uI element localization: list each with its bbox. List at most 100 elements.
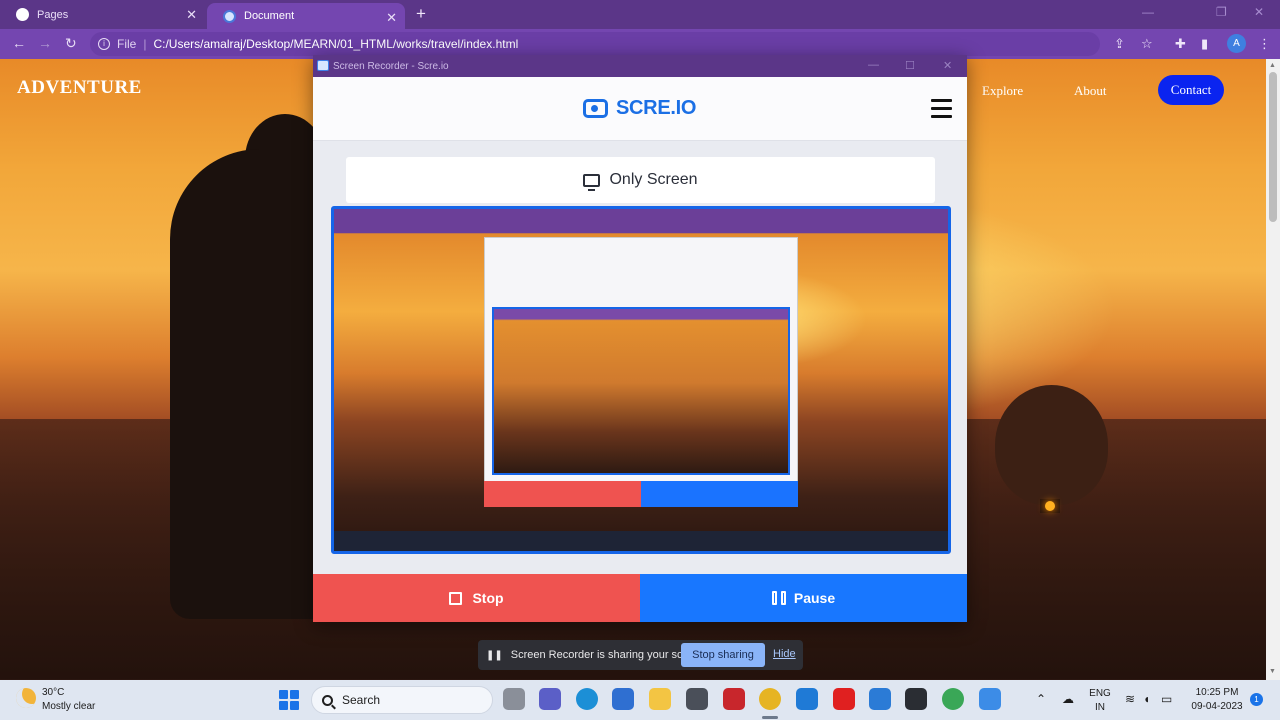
sharing-message: Screen Recorder is sharing your screen.	[510, 649, 708, 661]
preview-stop-bar	[484, 481, 641, 507]
info-icon[interactable]: i	[98, 38, 110, 50]
scroll-down-icon[interactable]: ▼	[1269, 668, 1276, 675]
scroll-up-icon[interactable]: ▲	[1269, 62, 1276, 69]
battery-icon[interactable]: ▭	[1161, 692, 1172, 706]
language-indicator[interactable]: ENG	[1088, 688, 1112, 699]
windows-taskbar: 30°C Mostly clear Search ⌃ ☁ ENG IN ≋ ◖ …	[0, 680, 1280, 720]
close-tab-icon[interactable]: ✕	[386, 10, 397, 26]
search-label: Search	[342, 693, 381, 707]
preview-nested-capture	[492, 307, 790, 475]
notification-badge[interactable]: 1	[1250, 693, 1263, 706]
minimize-window-icon[interactable]: —	[1142, 5, 1154, 19]
recorder-header: SCRE.IO	[313, 77, 967, 141]
tab-document[interactable]: Document ✕	[207, 3, 405, 29]
stop-label: Stop	[472, 590, 504, 606]
preview-pause-bar	[641, 481, 798, 507]
active-app-indicator	[762, 716, 778, 719]
start-windows-icon[interactable]	[279, 690, 299, 710]
scheme-label: File	[117, 37, 137, 51]
language-region[interactable]: IN	[1088, 702, 1112, 713]
contact-button[interactable]: Contact	[1158, 75, 1224, 105]
search-icon	[322, 694, 333, 706]
stop-sharing-button[interactable]: Stop sharing	[681, 643, 765, 667]
scrollbar-thumb[interactable]	[1269, 72, 1277, 222]
onedrive-cloud-icon[interactable]: ☁	[1062, 692, 1074, 706]
vscode-icon[interactable]	[796, 688, 818, 710]
browser-tab-strip: Pages ✕ Document ✕ + — ❐ ✕	[0, 0, 1280, 29]
bookmark-star-icon[interactable]: ☆	[1141, 36, 1153, 52]
page-scrollbar[interactable]: ▲ ▼	[1266, 59, 1280, 680]
profile-avatar[interactable]: A	[1227, 34, 1246, 53]
pause-label: Pause	[793, 590, 836, 606]
stop-button[interactable]: Stop	[313, 574, 640, 622]
hide-link[interactable]: Hide	[773, 648, 796, 660]
side-panel-icon[interactable]: ▮	[1201, 36, 1208, 52]
tab-label: Pages	[37, 8, 69, 21]
wifi-icon[interactable]: ≋	[1125, 692, 1135, 706]
edge-browser-icon[interactable]	[576, 688, 598, 710]
recorder-window-title: Screen Recorder - Scre.io	[333, 60, 449, 72]
microsoft-store-icon[interactable]	[612, 688, 634, 710]
clock-time[interactable]: 10:25 PM	[1188, 687, 1246, 698]
show-hidden-icons-chevron-up-icon[interactable]: ⌃	[1036, 692, 1046, 706]
reload-icon[interactable]: ↻	[65, 35, 77, 52]
new-tab-button[interactable]: +	[416, 4, 426, 24]
weather-temp[interactable]: 30°C	[42, 687, 64, 698]
maximize-window-icon[interactable]: ☐	[905, 59, 915, 72]
url-text[interactable]: C:/Users/amalraj/Desktop/MEARN/01_HTML/w…	[153, 37, 518, 51]
recorder-title-bar: Screen Recorder - Scre.io — ☐ ✕	[313, 55, 967, 77]
tab-pages[interactable]: Pages ✕	[0, 0, 205, 29]
minimize-window-icon[interactable]: —	[868, 59, 879, 71]
clock-date[interactable]: 09-04-2023	[1188, 701, 1246, 712]
share-icon[interactable]: ⇪	[1114, 36, 1125, 52]
volume-icon[interactable]: ◖	[1143, 692, 1150, 706]
task-view-icon[interactable]	[503, 688, 525, 710]
logo-text: SCRE.IO	[616, 97, 697, 119]
screen-sharing-bar: ❚❚ Screen Recorder is sharing your scree…	[478, 640, 803, 670]
stop-square-icon	[449, 591, 463, 605]
address-separator: |	[143, 37, 147, 51]
monitor-icon	[583, 173, 601, 191]
sharing-pause-icon: ❚❚	[486, 649, 503, 661]
app-icon[interactable]	[686, 688, 708, 710]
recorder-icon	[223, 9, 236, 23]
more-menu-icon[interactable]: ⋮	[1258, 36, 1271, 52]
weather-desc[interactable]: Mostly clear	[42, 701, 95, 712]
recorder-app-icon	[317, 60, 329, 71]
close-window-icon[interactable]: ✕	[943, 59, 952, 72]
screen-recorder-app-icon[interactable]	[979, 688, 1001, 710]
record-camera-icon	[583, 99, 608, 118]
notepad-icon[interactable]	[869, 688, 891, 710]
screen-preview	[331, 206, 951, 554]
hamburger-menu-icon[interactable]	[931, 99, 952, 119]
back-arrow-icon[interactable]: ←	[12, 35, 26, 51]
recorder-logo: SCRE.IO	[583, 97, 696, 120]
weather-moon-icon[interactable]	[16, 688, 36, 708]
balloon-flame	[1045, 501, 1055, 511]
chrome-icon[interactable]	[759, 688, 781, 710]
capture-mode-selector[interactable]: Only Screen	[346, 157, 935, 203]
terminal-icon[interactable]	[905, 688, 927, 710]
teams-chat-icon[interactable]	[539, 688, 561, 710]
hot-air-balloon-icon	[995, 385, 1108, 505]
capture-mode-label: Only Screen	[609, 171, 698, 188]
chrome-profile-icon[interactable]	[942, 688, 964, 710]
site-brand[interactable]: ADVENTURE	[17, 77, 142, 99]
tab-label: Document	[244, 10, 295, 22]
taskbar-search[interactable]: Search	[311, 686, 493, 714]
address-bar[interactable]: i File | C:/Users/amalraj/Desktop/MEARN/…	[90, 32, 1100, 56]
file-explorer-icon[interactable]	[649, 688, 671, 710]
extensions-icon[interactable]: ✚	[1175, 36, 1186, 52]
pause-button[interactable]: Pause	[640, 574, 967, 622]
close-tab-icon[interactable]: ✕	[186, 7, 197, 23]
mcafee-icon[interactable]	[723, 688, 745, 710]
nav-about[interactable]: About	[1074, 83, 1107, 99]
screen-recorder-window: Screen Recorder - Scre.io — ☐ ✕ SCRE.IO …	[313, 55, 967, 622]
nav-explore[interactable]: Explore	[982, 83, 1023, 99]
youtube-icon[interactable]	[833, 688, 855, 710]
github-icon	[16, 8, 29, 21]
close-window-icon[interactable]: ✕	[1254, 5, 1264, 19]
maximize-window-icon[interactable]: ❐	[1216, 5, 1227, 19]
forward-arrow-icon[interactable]: →	[38, 35, 52, 51]
pause-icon	[771, 591, 786, 605]
